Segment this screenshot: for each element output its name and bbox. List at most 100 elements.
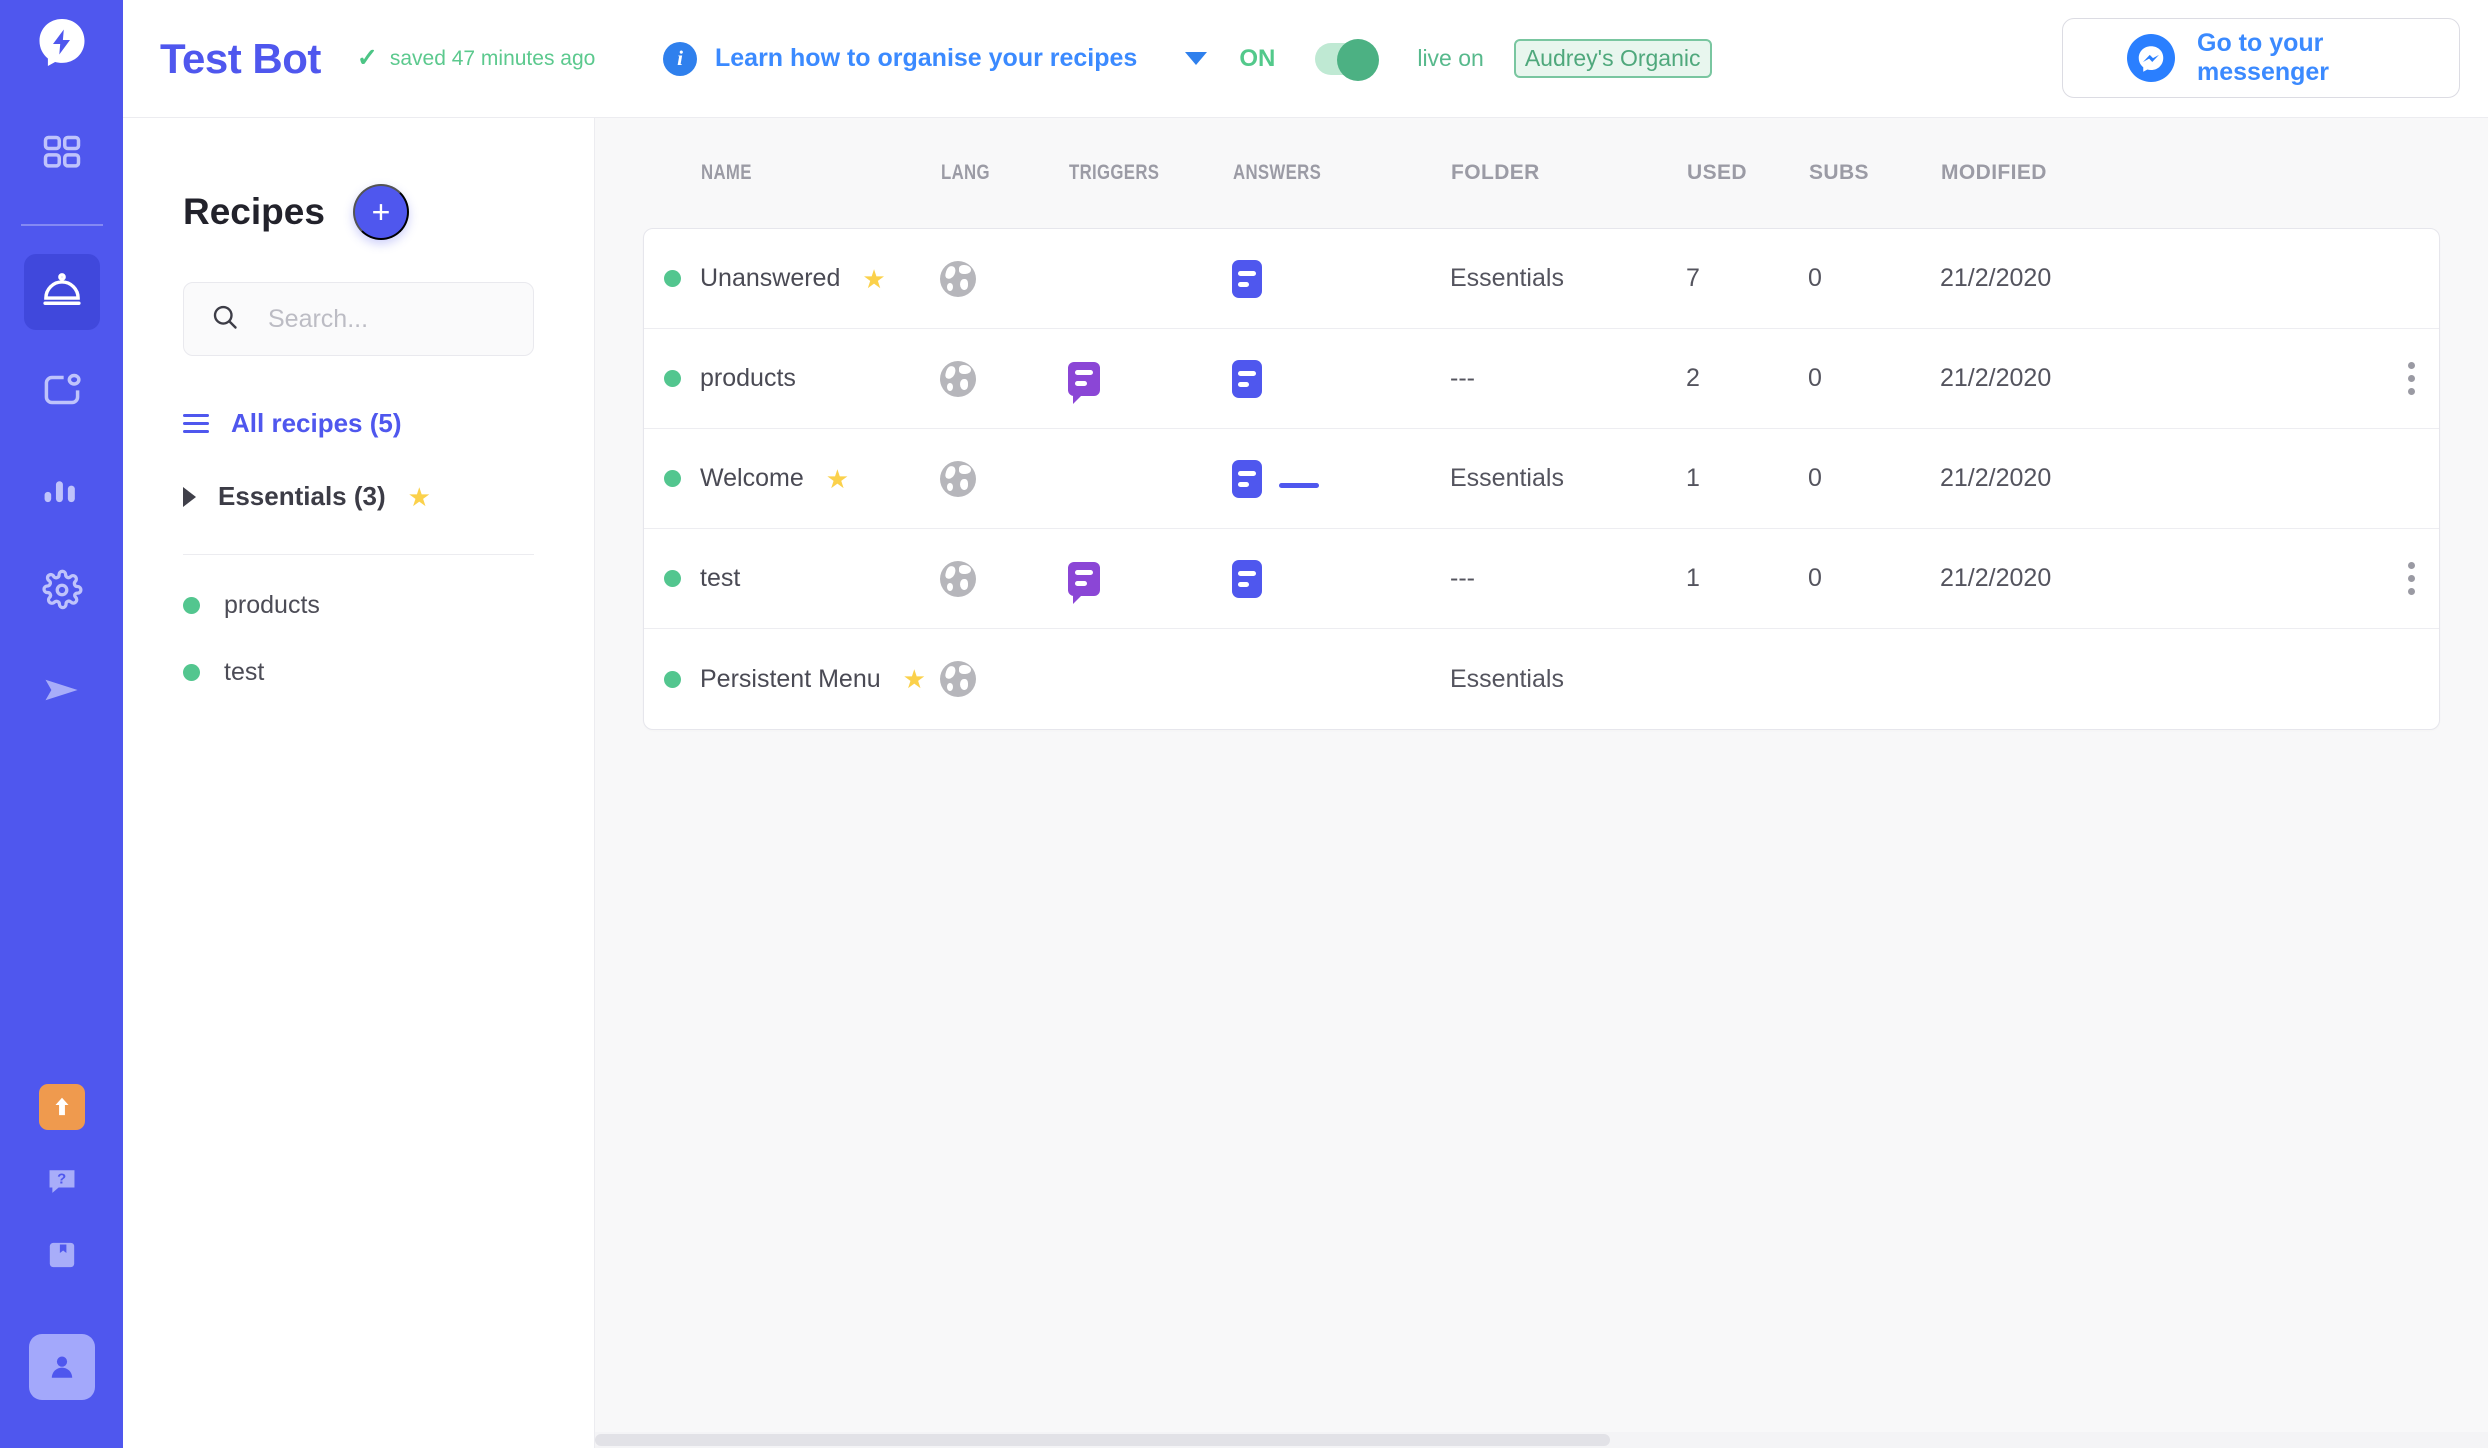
help-question-icon[interactable]: ? [39, 1158, 85, 1204]
list-item-label: test [224, 658, 265, 686]
folder-cell: Essentials [1450, 264, 1564, 292]
user-avatar-icon[interactable] [28, 1334, 95, 1400]
sidebar-item-conversations[interactable] [24, 354, 100, 430]
app-logo[interactable] [34, 14, 90, 70]
th-lang[interactable]: LANG [941, 161, 990, 185]
subs-cell: 0 [1808, 364, 1822, 392]
live-on-label: live on [1417, 45, 1484, 71]
th-name[interactable]: NAME [701, 161, 752, 185]
go-to-messenger-button[interactable]: Go to your messenger [2062, 18, 2460, 98]
answer-text-icon [1232, 459, 1262, 498]
toggle-knob [1337, 38, 1380, 81]
trigger-icon [1068, 561, 1100, 604]
bot-status-label: ON [1239, 44, 1276, 72]
bookmark-icon[interactable] [39, 1232, 85, 1278]
all-recipes-label: All recipes (5) [231, 408, 402, 438]
status-dot-icon [663, 470, 681, 487]
folder-label: Essentials (3) [218, 481, 386, 511]
th-folder[interactable]: FOLDER [1451, 161, 1540, 184]
check-icon: ✓ [356, 44, 378, 72]
saved-status: ✓ saved 47 minutes ago [357, 46, 595, 71]
chat-bubble-dot-icon [40, 368, 84, 417]
modified-cell: 21/2/2020 [1940, 564, 2052, 592]
app-root: ? Test Bot ✓ saved 47 minutes ago i Lear… [0, 0, 2488, 1448]
recipe-name: Persistent Menu [700, 664, 881, 693]
recipes-table: Unanswered ★ Essentials 7 0 21/2/2020 pr… [643, 228, 2440, 730]
sidebar-item-broadcast[interactable] [24, 654, 100, 730]
table-header-row: NAME LANG TRIGGERS ANSWERS FOLDER USED S… [643, 118, 2440, 228]
header-center-group: i Learn how to organise your recipes ON … [663, 38, 1712, 81]
learn-recipes-link[interactable]: Learn how to organise your recipes [715, 44, 1137, 73]
bot-name: Test Bot [160, 34, 321, 82]
messenger-icon [2127, 34, 2175, 82]
top-header: Test Bot ✓ saved 47 minutes ago i Learn … [123, 0, 2488, 118]
upgrade-arrow-icon[interactable] [38, 1084, 85, 1130]
sidebar-item-settings[interactable] [24, 554, 100, 630]
gear-icon [40, 568, 84, 617]
modified-cell: 21/2/2020 [1940, 364, 2052, 392]
connected-page-chip[interactable]: Audrey's Organic [1513, 39, 1712, 78]
chevron-right-icon[interactable] [183, 486, 196, 507]
add-recipe-button[interactable]: + [352, 184, 409, 240]
used-cell: 1 [1686, 564, 1700, 592]
scrollbar-thumb[interactable] [595, 1434, 1610, 1446]
trigger-icon [1068, 361, 1100, 404]
th-subs[interactable]: SUBS [1809, 161, 1869, 184]
bot-live-toggle[interactable] [1315, 38, 1380, 81]
bar-chart-icon [40, 468, 84, 517]
folder-cell: Essentials [1450, 664, 1564, 693]
recipe-name: Welcome [700, 464, 804, 492]
list-item[interactable]: products [183, 591, 534, 620]
recipe-name: Unanswered [700, 264, 841, 292]
grid-icon [40, 132, 84, 181]
star-icon: ★ [862, 263, 886, 294]
th-modified[interactable]: MODIFIED [1941, 161, 2047, 184]
globe-icon [940, 460, 976, 497]
nav-item-all-recipes[interactable]: All recipes (5) [183, 408, 534, 439]
main-column: Test Bot ✓ saved 47 minutes ago i Learn … [123, 0, 2488, 1448]
recipe-name: products [700, 364, 796, 392]
chevron-down-icon[interactable] [1185, 52, 1208, 65]
th-answers[interactable]: ANSWERS [1233, 161, 1321, 185]
rail-secondary-nav: ? [28, 1084, 95, 1448]
horizontal-scrollbar[interactable] [595, 1432, 2488, 1448]
th-used[interactable]: USED [1687, 161, 1747, 184]
table-row[interactable]: Welcome ★ Essentials 1 0 21/2/2020 [644, 429, 2439, 529]
sidebar-item-recipes[interactable] [23, 254, 100, 330]
folder-cell: Essentials [1450, 464, 1564, 492]
cloche-icon [39, 267, 85, 318]
table-row[interactable]: Persistent Menu ★ Essentials [644, 629, 2439, 729]
globe-icon [940, 560, 976, 597]
subs-cell: 0 [1808, 264, 1822, 292]
table-row[interactable]: products --- 2 0 21/2/2020 [644, 329, 2439, 429]
row-menu-icon[interactable] [2408, 562, 2415, 595]
search-box[interactable] [183, 282, 534, 356]
th-triggers[interactable]: TRIGGERS [1069, 161, 1159, 185]
list-item[interactable]: test [183, 658, 534, 687]
star-icon: ★ [902, 664, 926, 694]
left-rail: ? [0, 0, 123, 1448]
saved-text: saved 47 minutes ago [389, 46, 596, 70]
folder-cell: --- [1450, 364, 1475, 392]
star-icon: ★ [825, 463, 850, 494]
messenger-button-label: Go to your messenger [2197, 29, 2330, 86]
table-row[interactable]: Unanswered ★ Essentials 7 0 21/2/2020 [644, 229, 2439, 329]
nav-item-folder-essentials[interactable]: Essentials (3) ★ [183, 481, 534, 512]
used-cell: 2 [1686, 364, 1700, 392]
answer-text-icon [1232, 559, 1262, 598]
recipe-name: test [700, 564, 741, 592]
status-dot-icon [663, 370, 681, 387]
answer-text-icon [1232, 259, 1262, 298]
star-icon: ★ [407, 481, 431, 512]
table-row[interactable]: test --- 1 0 21/2/2020 [644, 529, 2439, 629]
row-menu-icon[interactable] [2408, 362, 2415, 395]
info-icon: i [663, 41, 697, 76]
recipes-header: Recipes + [183, 184, 534, 240]
sidebar-item-analytics[interactable] [24, 454, 100, 530]
rail-divider [20, 224, 103, 226]
modified-cell: 21/2/2020 [1940, 464, 2052, 492]
search-input[interactable] [268, 304, 507, 334]
recipes-panel: Recipes + All recipes (5) [123, 118, 595, 1448]
sidebar-item-dashboard[interactable] [24, 118, 100, 194]
svg-text:?: ? [57, 1171, 66, 1187]
